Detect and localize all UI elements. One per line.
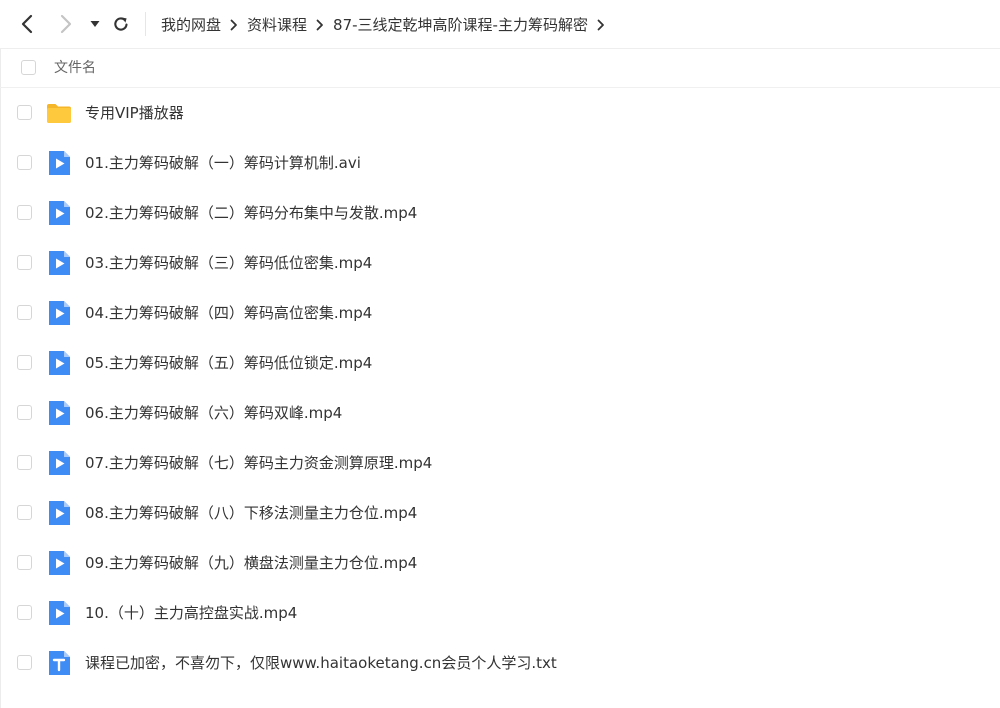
file-row[interactable]: 06.主力筹码破解（六）筹码双峰.mp4 bbox=[0, 388, 1000, 438]
file-row[interactable]: 专用VIP播放器 bbox=[0, 88, 1000, 138]
text-file-icon bbox=[46, 650, 72, 676]
file-name[interactable]: 课程已加密，不喜勿下，仅限www.haitaoketang.cn会员个人学习.t… bbox=[85, 638, 557, 688]
caret-down-icon bbox=[90, 21, 100, 27]
file-name[interactable]: 02.主力筹码破解（二）筹码分布集中与发散.mp4 bbox=[85, 188, 417, 238]
row-checkbox[interactable] bbox=[17, 105, 32, 120]
select-all-checkbox[interactable] bbox=[21, 60, 36, 75]
file-list-header: 文件名 bbox=[0, 49, 1000, 88]
row-checkbox[interactable] bbox=[17, 305, 32, 320]
forward-button[interactable] bbox=[54, 12, 78, 36]
file-name[interactable]: 01.主力筹码破解（一）筹码计算机制.avi bbox=[85, 138, 361, 188]
breadcrumb-item-course-materials[interactable]: 资料课程 bbox=[247, 14, 307, 35]
row-checkbox[interactable] bbox=[17, 505, 32, 520]
file-name[interactable]: 04.主力筹码破解（四）筹码高位密集.mp4 bbox=[85, 288, 372, 338]
video-file-icon bbox=[46, 300, 72, 326]
chevron-right-icon[interactable] bbox=[588, 19, 614, 31]
file-name[interactable]: 10.（十）主力高控盘实战.mp4 bbox=[85, 588, 297, 638]
toolbar-divider bbox=[145, 12, 146, 36]
file-row[interactable]: 课程已加密，不喜勿下，仅限www.haitaoketang.cn会员个人学习.t… bbox=[0, 638, 1000, 688]
file-row[interactable]: 04.主力筹码破解（四）筹码高位密集.mp4 bbox=[0, 288, 1000, 338]
refresh-icon bbox=[114, 17, 128, 31]
chevron-right-icon bbox=[221, 19, 247, 31]
row-checkbox[interactable] bbox=[17, 405, 32, 420]
file-name[interactable]: 08.主力筹码破解（八）下移法测量主力仓位.mp4 bbox=[85, 488, 417, 538]
back-button[interactable] bbox=[15, 12, 39, 36]
row-checkbox[interactable] bbox=[17, 205, 32, 220]
file-name[interactable]: 03.主力筹码破解（三）筹码低位密集.mp4 bbox=[85, 238, 372, 288]
file-name[interactable]: 专用VIP播放器 bbox=[85, 88, 184, 138]
chevron-right-icon bbox=[60, 14, 72, 34]
file-name[interactable]: 09.主力筹码破解（九）横盘法测量主力仓位.mp4 bbox=[85, 538, 417, 588]
file-row[interactable]: 10.（十）主力高控盘实战.mp4 bbox=[0, 588, 1000, 638]
file-name[interactable]: 06.主力筹码破解（六）筹码双峰.mp4 bbox=[85, 388, 342, 438]
row-checkbox[interactable] bbox=[17, 155, 32, 170]
video-file-icon bbox=[46, 600, 72, 626]
file-name[interactable]: 07.主力筹码破解（七）筹码主力资金测算原理.mp4 bbox=[85, 438, 432, 488]
video-file-icon bbox=[46, 150, 72, 176]
row-checkbox[interactable] bbox=[17, 655, 32, 670]
file-name[interactable]: 05.主力筹码破解（五）筹码低位锁定.mp4 bbox=[85, 338, 372, 388]
navigation-toolbar: 我的网盘 资料课程 87-三线定乾坤高阶课程-主力筹码解密 bbox=[0, 0, 1000, 49]
row-checkbox[interactable] bbox=[17, 455, 32, 470]
refresh-button[interactable] bbox=[109, 12, 133, 36]
file-row[interactable]: 03.主力筹码破解（三）筹码低位密集.mp4 bbox=[0, 238, 1000, 288]
folder-icon bbox=[46, 100, 72, 126]
row-checkbox[interactable] bbox=[17, 255, 32, 270]
file-row[interactable]: 05.主力筹码破解（五）筹码低位锁定.mp4 bbox=[0, 338, 1000, 388]
video-file-icon bbox=[46, 550, 72, 576]
video-file-icon bbox=[46, 250, 72, 276]
video-file-icon bbox=[46, 400, 72, 426]
breadcrumb-item-current-folder[interactable]: 87-三线定乾坤高阶课程-主力筹码解密 bbox=[333, 14, 588, 35]
row-checkbox[interactable] bbox=[17, 555, 32, 570]
breadcrumb-item-my-drive[interactable]: 我的网盘 bbox=[161, 14, 221, 35]
row-checkbox[interactable] bbox=[17, 605, 32, 620]
file-row[interactable]: 01.主力筹码破解（一）筹码计算机制.avi bbox=[0, 138, 1000, 188]
file-row[interactable]: 07.主力筹码破解（七）筹码主力资金测算原理.mp4 bbox=[0, 438, 1000, 488]
row-checkbox[interactable] bbox=[17, 355, 32, 370]
video-file-icon bbox=[46, 200, 72, 226]
file-row[interactable]: 02.主力筹码破解（二）筹码分布集中与发散.mp4 bbox=[0, 188, 1000, 238]
history-dropdown-button[interactable] bbox=[83, 12, 107, 36]
video-file-icon bbox=[46, 350, 72, 376]
video-file-icon bbox=[46, 450, 72, 476]
video-file-icon bbox=[46, 500, 72, 526]
file-row[interactable]: 08.主力筹码破解（八）下移法测量主力仓位.mp4 bbox=[0, 488, 1000, 538]
chevron-right-icon bbox=[307, 19, 333, 31]
file-row[interactable]: 09.主力筹码破解（九）横盘法测量主力仓位.mp4 bbox=[0, 538, 1000, 588]
breadcrumb: 我的网盘 资料课程 87-三线定乾坤高阶课程-主力筹码解密 bbox=[161, 0, 614, 49]
column-header-filename[interactable]: 文件名 bbox=[54, 49, 96, 88]
chevron-left-icon bbox=[21, 14, 33, 34]
